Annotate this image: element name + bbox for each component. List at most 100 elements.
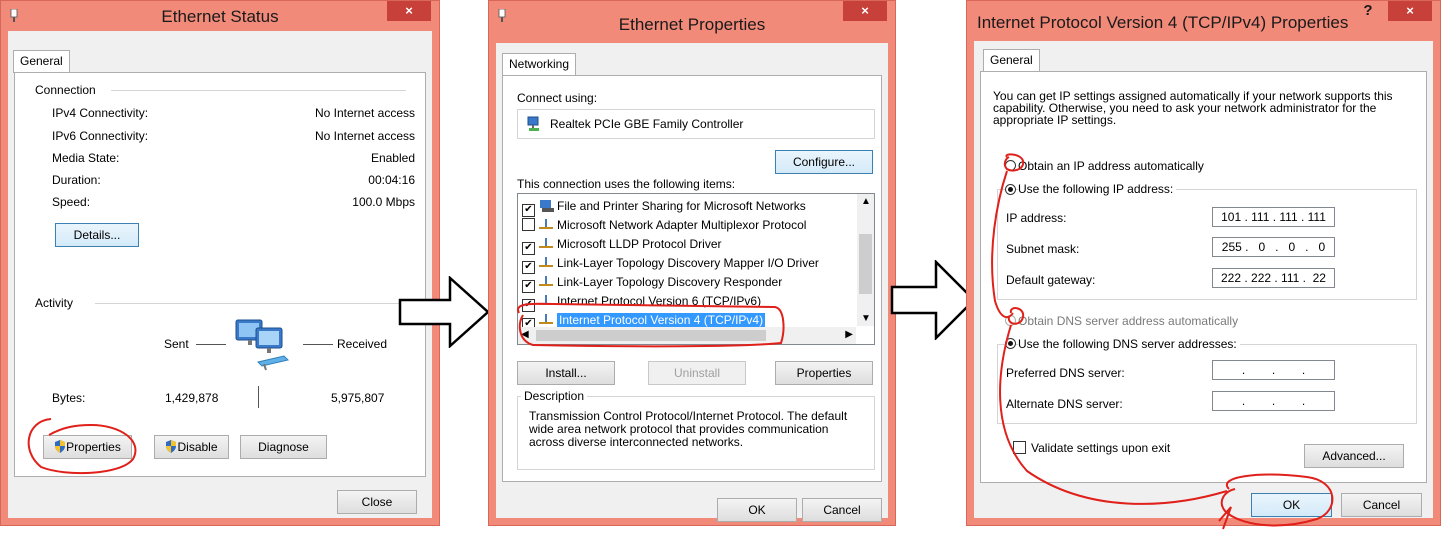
alternate-dns-label: Alternate DNS server: <box>1006 397 1123 411</box>
title-bar[interactable]: Internet Protocol Version 4 (TCP/IPv4) P… <box>967 1 1440 32</box>
cancel-button[interactable]: Cancel <box>802 498 882 522</box>
network-adapter-icon <box>527 116 539 131</box>
tab-page: Connection IPv4 Connectivity: No Interne… <box>14 72 426 477</box>
bytes-sent-value: 1,429,878 <box>165 391 219 405</box>
horizontal-scrollbar[interactable]: ◀ ▶ <box>518 327 856 344</box>
bytes-label: Bytes: <box>52 391 86 405</box>
ipv4-connectivity-label: IPv4 Connectivity: <box>52 106 149 120</box>
list-item[interactable]: ✔ Link-Layer Topology Discovery Responder <box>522 273 783 293</box>
protocol-icon <box>539 219 553 229</box>
dns-group <box>997 344 1417 424</box>
scroll-thumb[interactable] <box>859 234 872 294</box>
adapter-box: Realtek PCIe GBE Family Controller <box>517 109 875 139</box>
help-button[interactable]: ? <box>1358 2 1378 20</box>
obtain-ip-auto-radio[interactable] <box>1005 160 1016 171</box>
list-item[interactable]: ✔ Link-Layer Topology Discovery Mapper I/… <box>522 254 819 274</box>
details-button[interactable]: Details... <box>55 223 139 247</box>
title-bar[interactable]: Ethernet Properties × <box>489 1 895 34</box>
divider <box>258 386 259 408</box>
scroll-thumb[interactable] <box>536 330 766 341</box>
validate-label[interactable]: Validate settings upon exit <box>1031 441 1170 455</box>
properties-button[interactable]: Properties <box>43 435 132 459</box>
duration-label: Duration: <box>52 173 101 187</box>
ipv6-connectivity-value: No Internet access <box>314 129 415 143</box>
install-button[interactable]: Install... <box>517 361 615 385</box>
ok-button[interactable]: OK <box>717 498 797 522</box>
close-window-button[interactable]: × <box>1388 1 1432 21</box>
cancel-button[interactable]: Cancel <box>1341 493 1422 517</box>
use-following-ip-label[interactable]: Use the following IP address: <box>1018 182 1177 196</box>
scroll-down-icon[interactable]: ▼ <box>861 313 871 324</box>
obtain-dns-auto-label[interactable]: Obtain DNS server address automatically <box>1018 314 1238 328</box>
divider <box>303 344 333 345</box>
advanced-button[interactable]: Advanced... <box>1304 444 1404 468</box>
group-activity-label: Activity <box>35 296 74 310</box>
disable-button-label: Disable <box>177 440 218 454</box>
item-label: Link-Layer Topology Discovery Mapper I/O… <box>557 256 819 270</box>
subnet-mask-field[interactable]: 255 . 0 . 0 . 0 <box>1212 237 1335 257</box>
list-item[interactable]: Microsoft Network Adapter Multiplexor Pr… <box>522 216 806 234</box>
diagnose-button[interactable]: Diagnose <box>240 435 327 459</box>
arrow-right-icon <box>890 260 976 340</box>
validate-checkbox[interactable] <box>1013 441 1026 454</box>
close-button[interactable]: Close <box>337 490 417 514</box>
list-item[interactable]: ✔ File and Printer Sharing for Microsoft … <box>522 197 806 217</box>
items-list[interactable]: ✔ File and Printer Sharing for Microsoft … <box>517 193 875 345</box>
subnet-mask-label: Subnet mask: <box>1006 242 1080 256</box>
disable-button[interactable]: Disable <box>154 435 229 459</box>
window-title: Ethernet Status <box>161 7 279 26</box>
ipv4-properties-window: Internet Protocol Version 4 (TCP/IPv4) P… <box>966 0 1441 530</box>
arrow-right-icon <box>398 276 490 348</box>
configure-button[interactable]: Configure... <box>775 150 873 174</box>
close-window-button[interactable]: × <box>843 1 887 21</box>
obtain-ip-auto-label[interactable]: Obtain an IP address automatically <box>1018 159 1204 173</box>
media-state-value: Enabled <box>370 151 415 165</box>
protocol-icon <box>539 295 553 305</box>
item-label: File and Printer Sharing for Microsoft N… <box>557 199 806 213</box>
tab-page: Connect using: Realtek PCIe GBE Family C… <box>502 75 882 482</box>
ip-address-label: IP address: <box>1006 211 1067 225</box>
tab-networking[interactable]: Networking <box>502 53 577 76</box>
window-title: Ethernet Properties <box>618 15 766 34</box>
vertical-scrollbar[interactable]: ▲ ▼ <box>857 194 874 326</box>
item-label: Microsoft LLDP Protocol Driver <box>557 237 722 251</box>
protocol-icon <box>539 314 553 324</box>
dialog-client: General You can get IP settings assigned… <box>974 41 1433 518</box>
item-label: Link-Layer Topology Discovery Responder <box>557 275 783 289</box>
item-checkbox[interactable] <box>522 218 535 231</box>
description-text: Transmission Control Protocol/Internet P… <box>529 409 848 449</box>
properties-button-label: Properties <box>66 440 121 454</box>
list-item[interactable]: ✔ Internet Protocol Version 6 (TCP/IPv6) <box>522 292 761 312</box>
item-label: Internet Protocol Version 4 (TCP/IPv4) <box>557 313 766 327</box>
list-item[interactable]: ✔ Microsoft LLDP Protocol Driver <box>522 235 722 255</box>
alternate-dns-field[interactable]: . . . <box>1212 391 1335 411</box>
media-state-label: Media State: <box>52 151 120 165</box>
speed-label: Speed: <box>52 195 91 209</box>
ethernet-status-window: Ethernet Status × General Connection IPv… <box>0 0 440 526</box>
use-following-dns-label[interactable]: Use the following DNS server addresses: <box>1018 337 1240 351</box>
protocol-icon <box>539 257 553 267</box>
use-following-dns-radio[interactable] <box>1005 338 1016 349</box>
dialog-client: General Connection IPv4 Connectivity: No… <box>8 31 432 518</box>
scroll-up-icon[interactable]: ▲ <box>861 196 871 207</box>
uninstall-button[interactable]: Uninstall <box>648 361 746 385</box>
default-gateway-field[interactable]: 222 . 222 . 111 . 22 <box>1212 268 1335 288</box>
default-gateway-label: Default gateway: <box>1006 273 1096 287</box>
scroll-right-icon[interactable]: ▶ <box>845 329 853 340</box>
received-label: Received <box>337 337 388 351</box>
tab-general[interactable]: General <box>983 49 1040 72</box>
close-window-button[interactable]: × <box>387 1 431 21</box>
ok-button[interactable]: OK <box>1251 493 1332 517</box>
speed-value: 100.0 Mbps <box>352 195 415 209</box>
uac-shield-icon <box>55 440 66 453</box>
ip-address-field[interactable]: 101 . 111 . 111 . 111 <box>1212 207 1335 227</box>
preferred-dns-field[interactable]: . . . <box>1212 360 1335 380</box>
tab-general[interactable]: General <box>13 50 70 73</box>
obtain-dns-auto-radio[interactable] <box>1005 315 1016 326</box>
divider <box>95 303 406 304</box>
uac-shield-icon <box>166 440 177 453</box>
use-following-ip-radio[interactable] <box>1005 184 1016 195</box>
scroll-left-icon[interactable]: ◀ <box>521 329 529 340</box>
title-bar[interactable]: Ethernet Status × <box>1 1 439 31</box>
properties-button[interactable]: Properties <box>775 361 873 385</box>
